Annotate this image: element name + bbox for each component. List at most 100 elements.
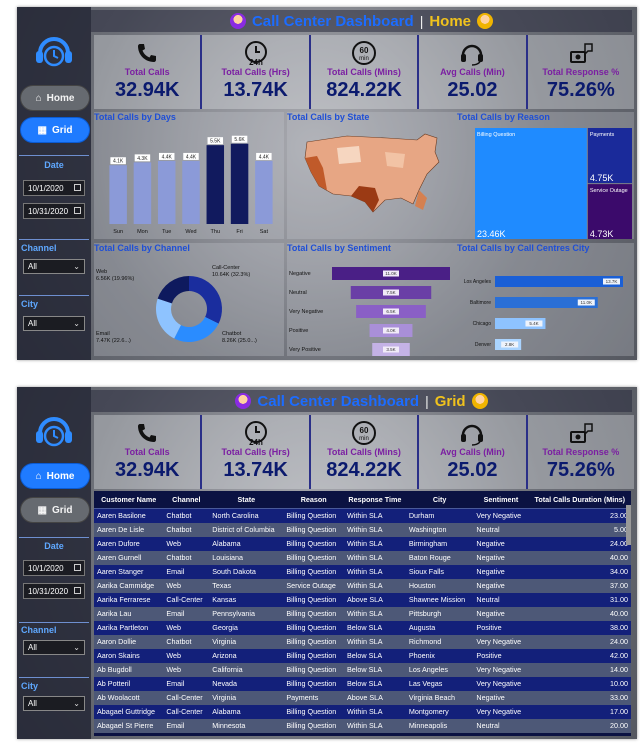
agent-female-icon — [229, 13, 246, 29]
start-date-input[interactable]: 10/1/2020 — [23, 180, 85, 196]
grid-nav-label: Grid — [51, 124, 73, 136]
table-row[interactable]: Aarika Partleton Web Georgia Billing Questi… — [94, 620, 631, 635]
table-cell: Billing Question — [286, 595, 337, 604]
table-cell: Billing Question — [286, 609, 337, 618]
table-cell: Aaren Stanger — [97, 567, 144, 576]
table-row[interactable]: Aarika Lau Email Pennsylvania Billing Quest… — [94, 606, 631, 621]
table-cell: Nevada — [212, 679, 238, 688]
kpi-value: 75.26% — [546, 459, 615, 481]
table-row[interactable]: Aaren Stanger Email South Dakota Billing Qu… — [94, 564, 631, 579]
calendar-icon[interactable] — [74, 587, 81, 594]
end-date-input[interactable]: 10/31/2020 — [23, 583, 85, 599]
svg-text:24h: 24h — [249, 58, 263, 66]
table-row[interactable]: Ab Woolacott Call-Center Virginia Payments A… — [94, 690, 631, 705]
table-cell: Neutral — [476, 595, 500, 604]
table-row[interactable]: Ab Bugdoll Web California Billing Question B… — [94, 662, 631, 677]
column-header[interactable]: Total Calls Duration (Mins) — [528, 491, 631, 509]
chevron-down-icon: ⌄ — [73, 699, 80, 708]
channel-label: Channel — [21, 243, 57, 253]
city-bar-label: 11.0K — [581, 300, 592, 305]
kpi-total-calls-hrs: 24h Total Calls (Hrs) 13.74K — [202, 35, 311, 109]
table-cell: Birmingham — [408, 539, 448, 548]
city-dropdown[interactable]: All ⌄ — [23, 316, 85, 331]
table-cell: Below SLA — [347, 679, 383, 688]
sentiment-bar-label: 3.5K — [386, 347, 395, 352]
table-cell: Los Angeles — [408, 665, 448, 674]
column-header[interactable]: Response Time — [344, 491, 406, 509]
table-row[interactable]: Aaren Basilone Chatbot North Carolina Billi… — [94, 508, 631, 523]
kpi-value: 13.74K — [223, 79, 288, 101]
table-cell: Sioux Falls — [408, 567, 444, 576]
start-date-input[interactable]: 10/1/2020 — [23, 560, 85, 576]
table-cell: Negative — [476, 609, 505, 618]
kpi-label: Total Response % — [542, 447, 620, 457]
table-row[interactable]: Aarika Cammidge Web Texas Service Outage Wit… — [94, 578, 631, 593]
table-row[interactable]: Aaron Dollie Chatbot Virginia Billing Quest… — [94, 634, 631, 649]
table-cell: Very Negative — [476, 707, 522, 716]
table-row[interactable]: Abagael St Pierre Email Minnesota Billing Q… — [94, 718, 631, 733]
end-date-input[interactable]: 10/31/2020 — [23, 203, 85, 219]
home-nav-button[interactable]: ⌂ Home — [20, 85, 90, 111]
column-header[interactable]: Reason — [283, 491, 345, 509]
day-tick-label: Thu — [211, 229, 220, 235]
grid-nav-button[interactable]: ▦ Grid — [20, 497, 90, 523]
channel-dropdown[interactable]: All ⌄ — [23, 259, 85, 274]
table-row[interactable]: Aaren De Lisle Chatbot District of Columbi… — [94, 522, 631, 537]
home-nav-button[interactable]: ⌂ Home — [20, 463, 90, 489]
table-cell: 42.00 — [610, 651, 628, 660]
phone-icon — [138, 44, 157, 62]
table-cell: Montgomery — [408, 707, 449, 716]
table-cell: Aarika Cammidge — [97, 581, 155, 590]
table-cell: Phoenix — [408, 651, 435, 660]
table-cell: Minnesota — [212, 721, 246, 730]
calendar-icon[interactable] — [74, 184, 81, 191]
grid-nav-button[interactable]: ▦ Grid — [20, 117, 90, 143]
channel-dropdown[interactable]: All ⌄ — [23, 640, 85, 655]
table-row[interactable]: Abagael Guttridge Call-Center Alabama Billi… — [94, 704, 631, 719]
table-cell: Aaren Gurnell — [97, 553, 142, 562]
city-bar-label: 13.7K — [606, 279, 618, 284]
table-cell: Chatbot — [166, 511, 192, 521]
divider — [19, 295, 89, 296]
city-dropdown[interactable]: All ⌄ — [23, 696, 85, 711]
channel-slice-label: 8.26K (25.0...) — [222, 338, 257, 344]
table-row[interactable]: Ab Potteril Email Nevada Billing Question Be… — [94, 676, 631, 691]
customer-calls-table[interactable]: Customer Name Channel State Reason Response … — [94, 491, 631, 736]
channel-slice-label: 6.56K (19.96%) — [96, 276, 134, 282]
table-scrollbar[interactable] — [626, 505, 631, 545]
day-tick-label: Tue — [162, 229, 171, 235]
divider — [19, 155, 89, 156]
kpi-row: Total Calls 32.94K 24h Total Calls (Hrs)… — [94, 415, 635, 489]
table-cell: Abagael Guttridge — [97, 707, 155, 716]
calls-by-sentiment-chart: Total Calls by Sentiment Negative 11.0K Ne… — [287, 243, 457, 356]
table-cell: District of Columbia — [212, 525, 275, 534]
column-header[interactable]: City — [405, 491, 474, 509]
city-category: Denver — [475, 342, 491, 348]
table-row[interactable]: Aarika Ferrarese Call-Center Kansas Billing… — [94, 592, 631, 607]
table-cell: Augusta — [408, 623, 436, 632]
column-header[interactable]: Customer Name — [94, 491, 164, 509]
calendar-icon[interactable] — [74, 207, 81, 214]
column-header[interactable]: Sentiment — [473, 491, 529, 509]
grid-icon: ▦ — [37, 124, 47, 136]
column-header[interactable]: State — [209, 491, 284, 509]
table-cell: Email — [166, 567, 185, 576]
date-label: Date — [44, 541, 64, 551]
table-cell: Billing Question — [286, 721, 337, 730]
table-row[interactable]: Aaron Skains Web Arizona Billing Question Be… — [94, 648, 631, 663]
channel-label: Channel — [21, 625, 57, 635]
table-cell: 5.00 — [614, 525, 628, 534]
divider — [19, 537, 89, 538]
table-row[interactable]: Aaren Dufore Web Alabama Billing Question Wi… — [94, 536, 631, 551]
svg-text:min: min — [359, 436, 369, 442]
title-separator: | — [419, 13, 424, 29]
table-cell: Washington — [408, 525, 447, 534]
channel-selected-value: All — [28, 262, 37, 271]
table-cell: Web — [166, 539, 181, 548]
view-name: Grid — [434, 392, 466, 410]
column-header[interactable]: Channel — [163, 491, 210, 509]
table-cell: Ab Bugdoll — [97, 665, 132, 674]
table-cell: 17.00 — [610, 707, 628, 716]
calendar-icon[interactable] — [74, 564, 81, 571]
table-row[interactable]: Aaren Gurnell Chatbot Louisiana Billing Que… — [94, 550, 631, 565]
